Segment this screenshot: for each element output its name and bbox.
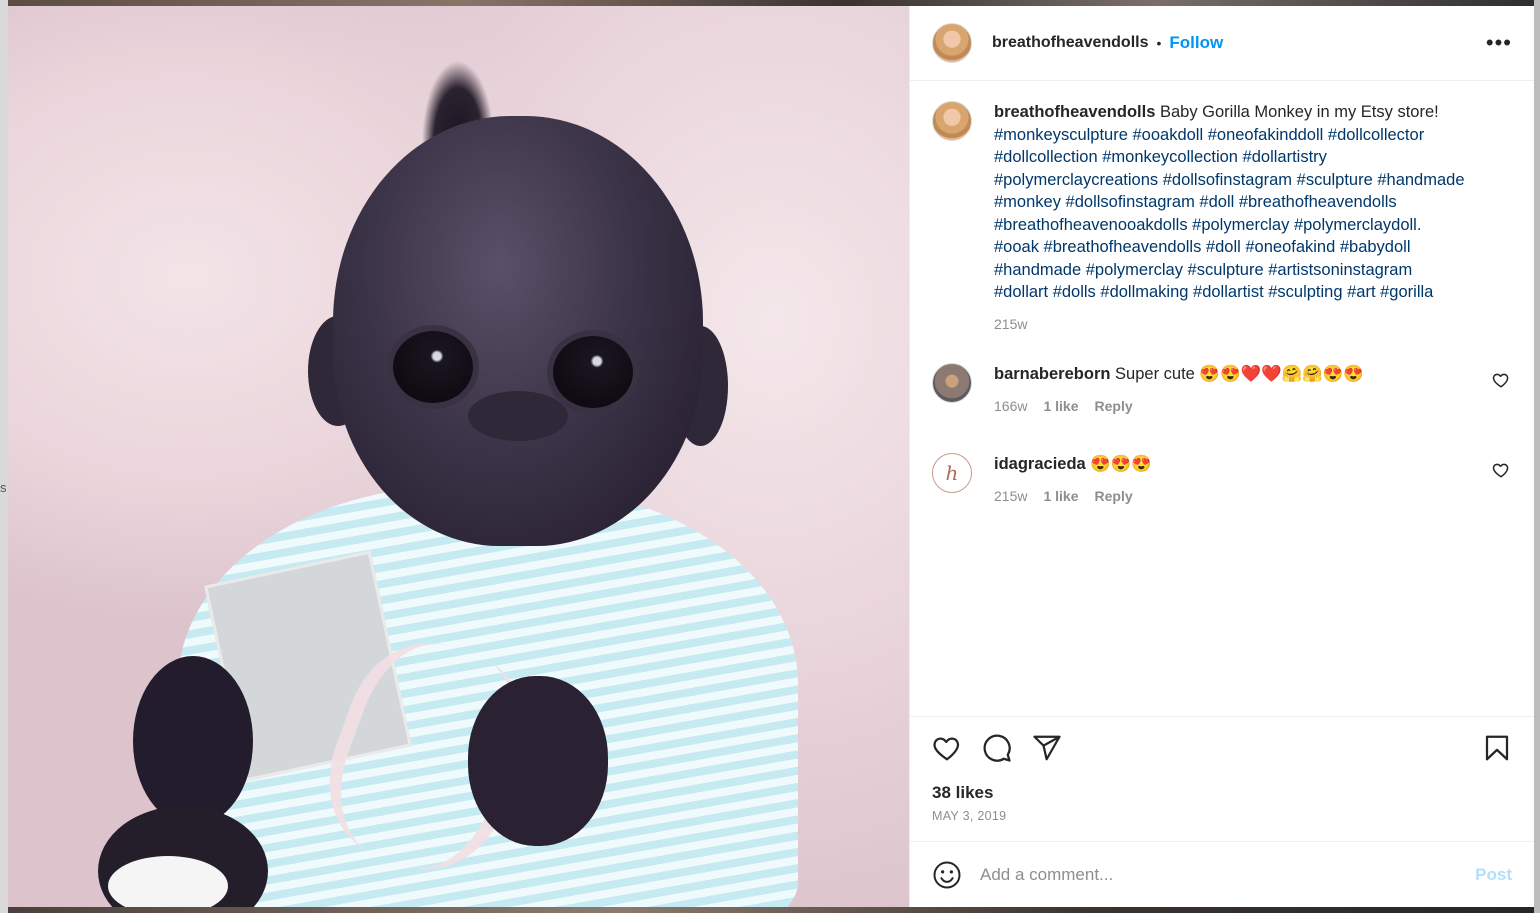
hashtag-line[interactable]: #polymerclaycreations #dollsofinstagram …	[994, 171, 1465, 189]
post-sidebar: breathofheavendolls • Follow ••• breatho…	[909, 6, 1534, 907]
backdrop-right	[1534, 0, 1540, 913]
commenter-avatar[interactable]	[932, 363, 972, 403]
comment-input[interactable]	[980, 864, 1476, 885]
post-date: MAY 3, 2019	[932, 809, 1007, 823]
like-comment-heart-icon[interactable]	[1492, 371, 1510, 389]
comment-body: idagracieda 😍😍😍 215w 1 like Reply	[994, 453, 1512, 507]
author-username[interactable]: breathofheavendolls	[992, 34, 1148, 52]
comment-likes[interactable]: 1 like	[1043, 395, 1078, 418]
doll-head	[333, 116, 703, 546]
caption-meta: 215w	[994, 313, 1482, 336]
caption-age[interactable]: 215w	[994, 313, 1027, 336]
hashtag-line[interactable]: #dollart #dolls #dollmaking #dollartist …	[994, 283, 1433, 301]
emoji-smiley-icon[interactable]	[932, 860, 962, 890]
reply-button[interactable]: Reply	[1095, 395, 1133, 418]
comment-age[interactable]: 215w	[994, 485, 1027, 508]
comment-age[interactable]: 166w	[994, 395, 1027, 418]
comment-text: Super cute 😍😍❤️❤️🤗🤗😍😍	[1115, 365, 1364, 383]
comment-item: barnabereborn Super cute 😍😍❤️❤️🤗🤗😍😍 166w…	[932, 363, 1512, 417]
backdrop-text: s	[0, 480, 7, 495]
comment-meta: 166w 1 like Reply	[994, 395, 1482, 418]
hashtag-line[interactable]: #monkeysculpture #ooakdoll #oneofakinddo…	[994, 126, 1424, 144]
comment-meta: 215w 1 like Reply	[994, 485, 1482, 508]
hashtag-line[interactable]: #monkey #dollsofinstagram #doll #breatho…	[994, 193, 1397, 211]
action-icons	[932, 733, 1512, 763]
doll-nose	[468, 391, 568, 441]
author-avatar[interactable]	[932, 23, 972, 63]
commenter-avatar[interactable]: h	[932, 453, 972, 493]
separator-dot: •	[1156, 35, 1162, 51]
more-options-icon[interactable]: •••	[1486, 32, 1512, 54]
reply-button[interactable]: Reply	[1095, 485, 1133, 508]
caption-text: Baby Gorilla Monkey in my Etsy store!	[1159, 103, 1439, 121]
caption-body: breathofheavendolls Baby Gorilla Monkey …	[994, 101, 1512, 335]
comment-body: barnabereborn Super cute 😍😍❤️❤️🤗🤗😍😍 166w…	[994, 363, 1512, 417]
likes-count[interactable]: 38 likes	[932, 783, 1512, 803]
hashtag-line[interactable]: #ooak #breathofheavendolls #doll #oneofa…	[994, 238, 1411, 256]
follow-button[interactable]: Follow	[1169, 33, 1223, 53]
doll-eye-left	[393, 331, 473, 403]
like-heart-icon[interactable]	[932, 733, 962, 763]
post-actions: 38 likes MAY 3, 2019	[910, 716, 1534, 841]
share-send-icon[interactable]	[1032, 733, 1062, 763]
caption-username[interactable]: breathofheavendolls	[994, 103, 1155, 121]
comment-likes[interactable]: 1 like	[1043, 485, 1078, 508]
doll-hand-left	[133, 656, 253, 826]
comment-item: h idagracieda 😍😍😍 215w 1 like Reply	[932, 453, 1512, 507]
caption-avatar[interactable]	[932, 101, 972, 141]
bookmark-icon[interactable]	[1482, 733, 1512, 763]
add-comment-bar: Post	[910, 841, 1534, 907]
hashtag-line[interactable]: #handmade #polymerclay #sculpture #artis…	[994, 261, 1412, 279]
comment-username[interactable]: idagracieda	[994, 455, 1086, 473]
backdrop-bottom	[0, 907, 1540, 913]
doll-sock	[108, 856, 228, 907]
comments-list[interactable]: breathofheavendolls Baby Gorilla Monkey …	[910, 81, 1534, 716]
comment-bubble-icon[interactable]	[982, 733, 1012, 763]
hashtag-line[interactable]: #dollcollection #monkeycollection #dolla…	[994, 148, 1327, 166]
post-header: breathofheavendolls • Follow •••	[910, 6, 1534, 81]
post-comment-button[interactable]: Post	[1475, 865, 1512, 885]
hashtag-line[interactable]: #breathofheavenooakdolls #polymerclay #p…	[994, 216, 1421, 234]
doll-eye-right	[553, 336, 633, 408]
doll-hand-right	[468, 676, 608, 846]
backdrop-left	[0, 0, 8, 913]
comment-text: 😍😍😍	[1090, 455, 1152, 473]
caption-hashtags: #monkeysculpture #ooakdoll #oneofakinddo…	[994, 124, 1482, 304]
comment-username[interactable]: barnabereborn	[994, 365, 1110, 383]
like-comment-heart-icon[interactable]	[1492, 461, 1510, 479]
caption: breathofheavendolls Baby Gorilla Monkey …	[932, 101, 1512, 335]
post-image[interactable]	[8, 6, 909, 907]
post-modal: breathofheavendolls • Follow ••• breatho…	[8, 6, 1534, 907]
